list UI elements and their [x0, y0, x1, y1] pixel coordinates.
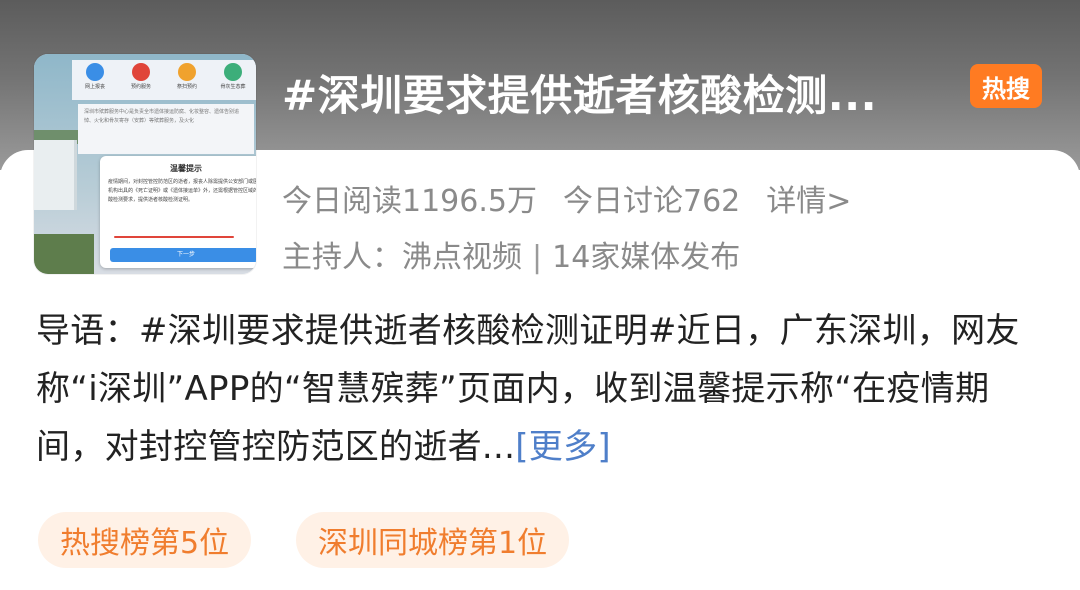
- topic-intro: 导语：#深圳要求提供逝者核酸检测证明#近日，广东深圳，网友称“i深圳”APP的“…: [36, 302, 1046, 476]
- host-separator: |: [532, 240, 543, 275]
- hot-badge: 热搜: [970, 64, 1042, 108]
- topic-thumbnail[interactable]: 网上报丧 预约服务 祭扫预约 骨灰生态葬 深圳市殡葬服务中心是负责全市遗体接运防…: [34, 54, 256, 274]
- host-label[interactable]: 主持人：沸点视频: [282, 240, 522, 275]
- tag-hot-rank[interactable]: 热搜榜第5位: [38, 512, 252, 568]
- highlight-underline: [114, 236, 234, 238]
- topic-title[interactable]: #深圳要求提供逝者核酸检测...: [282, 62, 877, 123]
- media-count[interactable]: 14家媒体发布: [552, 240, 740, 275]
- topic-stats: 今日阅读1196.5万 今日讨论762 详情>: [282, 176, 877, 220]
- dialog-title: 温馨提示: [170, 164, 202, 173]
- tag-city-rank[interactable]: 深圳同城榜第1位: [296, 512, 570, 568]
- leaf-icon: 骨灰生态葬: [218, 60, 248, 100]
- discussion-count: 今日讨论762: [562, 184, 741, 219]
- calendar-icon: 祭扫预约: [172, 60, 202, 100]
- dialog-next-button: 下一步: [110, 248, 256, 262]
- reads-count: 今日阅读1196.5万: [282, 184, 537, 219]
- thumbnail-icon-row: 网上报丧 预约服务 祭扫预约 骨灰生态葬: [72, 60, 256, 100]
- clipboard-icon: 网上报丧: [80, 60, 110, 100]
- cross-icon: 预约服务: [126, 60, 156, 100]
- dialog-text: 疫情期间，对封控管控防范区的逝者，报丧人除需提供公安部门或医疗机构出具的《死亡证…: [108, 179, 256, 203]
- host-info: 主持人：沸点视频 | 14家媒体发布: [282, 232, 740, 276]
- details-link[interactable]: 详情>: [766, 184, 851, 219]
- thumbnail-body-text: 深圳市殡葬服务中心是负责全市遗体接运防腐、化妆整容、遗体告别追悼、火化和骨灰寄存…: [78, 104, 254, 154]
- thumbnail-dialog: 温馨提示 疫情期间，对封控管控防范区的逝者，报丧人除需提供公安部门或医疗机构出具…: [100, 156, 256, 268]
- more-link[interactable]: [更多]: [515, 427, 611, 467]
